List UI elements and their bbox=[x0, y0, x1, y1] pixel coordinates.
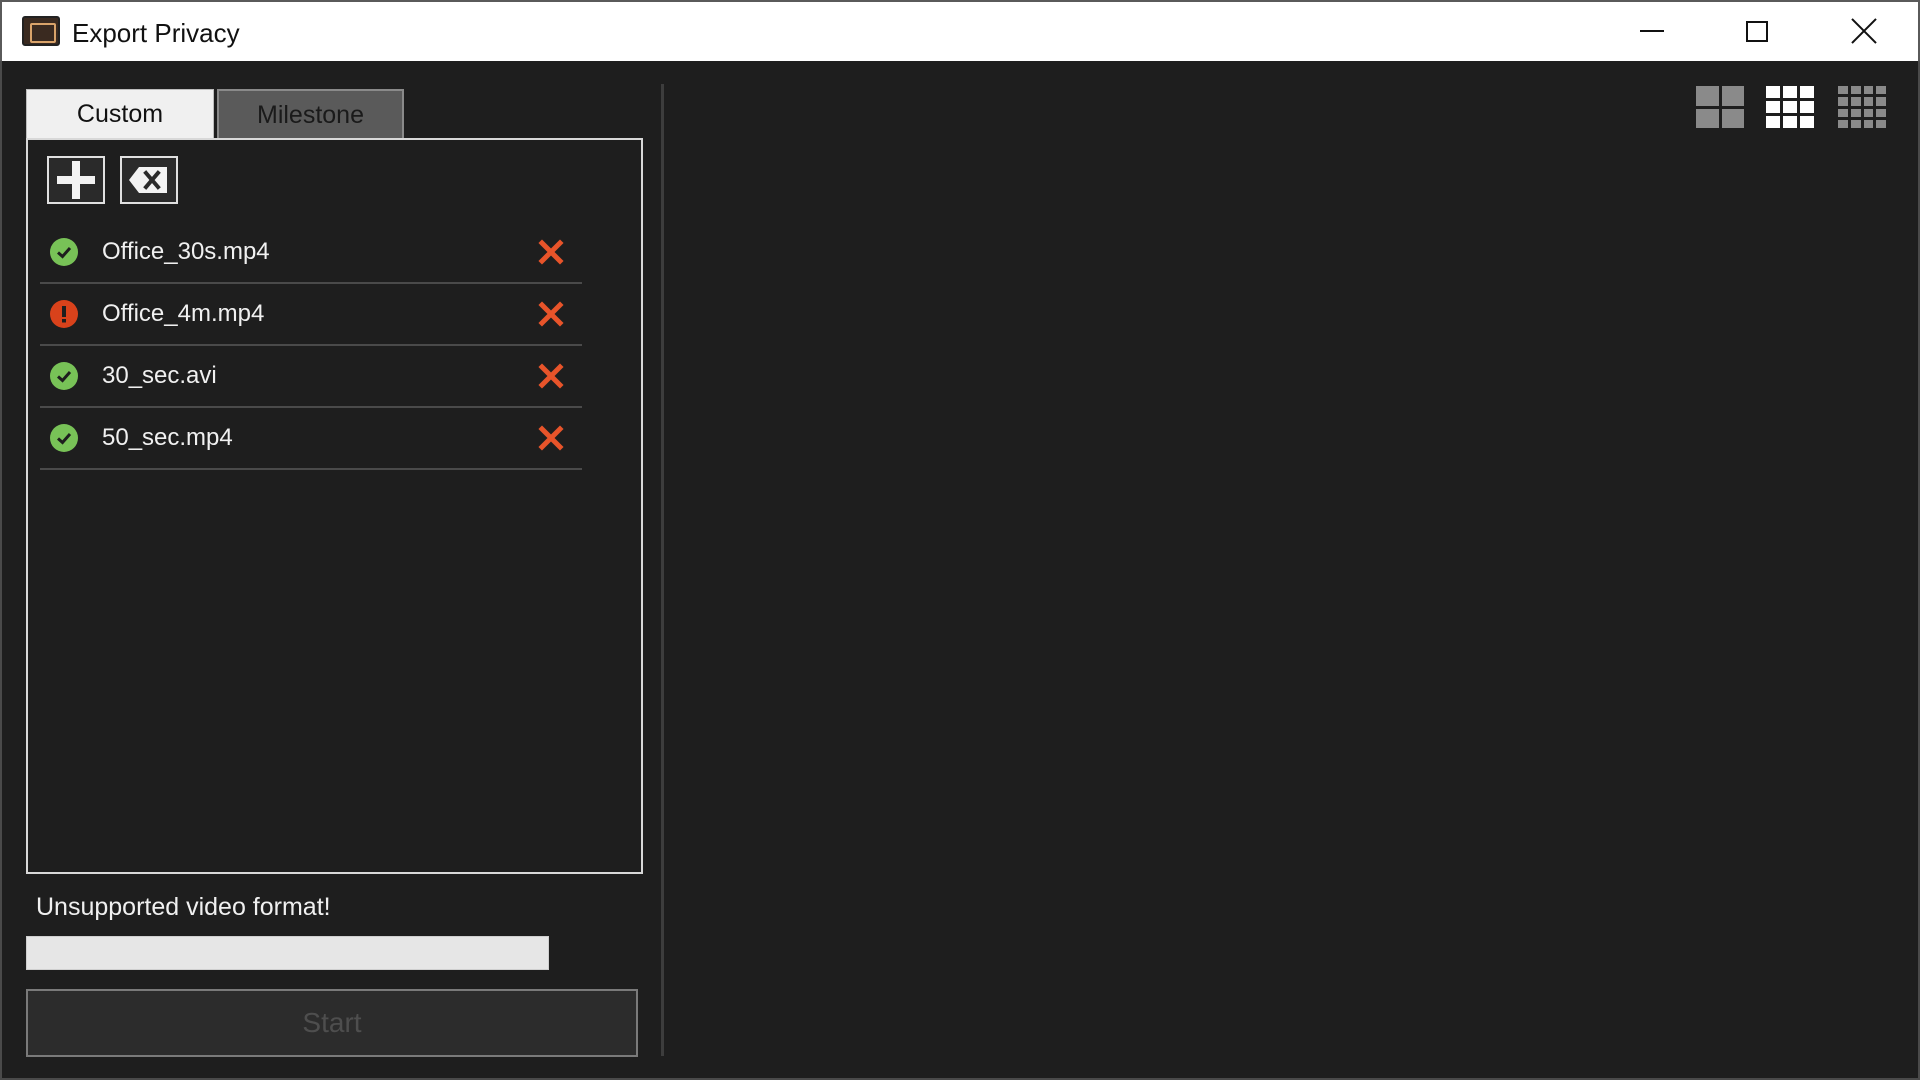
start-button[interactable]: Start bbox=[26, 989, 638, 1057]
app-icon bbox=[22, 16, 60, 46]
remove-file-button[interactable] bbox=[534, 359, 568, 393]
tab-custom[interactable]: Custom bbox=[26, 89, 214, 139]
status-message: Unsupported video format! bbox=[36, 893, 331, 921]
file-name: Office_30s.mp4 bbox=[102, 238, 270, 265]
clear-files-button[interactable] bbox=[120, 156, 178, 204]
file-name: Office_4m.mp4 bbox=[102, 300, 265, 327]
file-name: 50_sec.mp4 bbox=[102, 424, 233, 451]
title-bar: Export Privacy bbox=[0, 0, 1920, 61]
close-x-icon bbox=[538, 239, 564, 265]
file-name: 30_sec.avi bbox=[102, 362, 217, 389]
minimize-button[interactable] bbox=[1602, 2, 1702, 60]
remove-file-button[interactable] bbox=[534, 297, 568, 331]
progress-bar bbox=[26, 936, 549, 970]
window-title: Export Privacy bbox=[72, 18, 240, 48]
close-icon bbox=[1851, 18, 1877, 44]
check-circle-icon bbox=[50, 238, 78, 266]
tab-milestone[interactable]: Milestone bbox=[217, 89, 404, 139]
remove-file-button[interactable] bbox=[534, 235, 568, 269]
close-x-icon bbox=[538, 425, 564, 451]
file-row[interactable]: 30_sec.avi bbox=[40, 346, 582, 408]
layout-4x4-button[interactable] bbox=[1838, 86, 1886, 128]
check-circle-icon bbox=[50, 424, 78, 452]
close-button[interactable] bbox=[1814, 2, 1914, 60]
layout-3x3-button[interactable] bbox=[1766, 86, 1814, 128]
exclamation-circle-icon bbox=[50, 300, 78, 328]
backspace-icon bbox=[129, 167, 167, 193]
remove-file-button[interactable] bbox=[534, 421, 568, 455]
layout-2x2-button[interactable] bbox=[1696, 86, 1744, 128]
file-row[interactable]: Office_4m.mp4 bbox=[40, 284, 582, 346]
add-file-button[interactable] bbox=[47, 156, 105, 204]
minimize-icon bbox=[1640, 30, 1664, 32]
file-row[interactable]: 50_sec.mp4 bbox=[40, 408, 582, 470]
maximize-icon bbox=[1746, 20, 1768, 42]
maximize-button[interactable] bbox=[1707, 2, 1807, 60]
check-circle-icon bbox=[50, 362, 78, 390]
panel-splitter[interactable] bbox=[661, 84, 664, 1056]
plus-icon bbox=[57, 161, 95, 199]
close-x-icon bbox=[538, 363, 564, 389]
close-x-icon bbox=[538, 301, 564, 327]
file-row[interactable]: Office_30s.mp4 bbox=[40, 222, 582, 284]
